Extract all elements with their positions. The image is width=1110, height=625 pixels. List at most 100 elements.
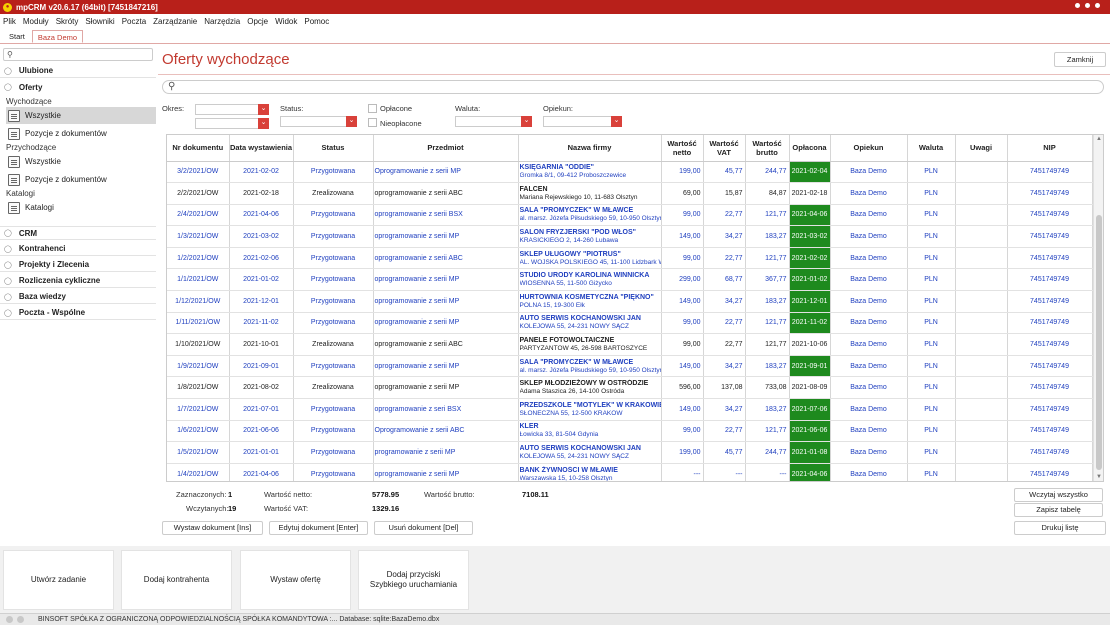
cell-waluta[interactable]: PLN xyxy=(907,333,956,356)
cell-przedmiot[interactable]: oprogramowanie z serii MP xyxy=(373,463,519,481)
cell-przedmiot[interactable]: oprogramowanie z seri BSX xyxy=(373,398,519,421)
cell-status[interactable]: Zrealizowana xyxy=(293,182,374,205)
cell-netto[interactable]: 149,00 xyxy=(661,225,704,248)
cell-netto[interactable]: 99,00 xyxy=(661,312,704,335)
cell-nr[interactable]: 2/4/2021/OW xyxy=(167,204,230,227)
cell-oplacona[interactable]: 2021-07-06 xyxy=(789,398,831,421)
cell-brutto[interactable]: 121,77 xyxy=(745,312,790,335)
cell-uwagi[interactable] xyxy=(955,225,1008,248)
filter-nieoplacone-checkbox[interactable] xyxy=(368,118,377,127)
column-header-nip[interactable]: NIP xyxy=(1007,135,1093,162)
cell-firma[interactable]: HURTOWNIA KOSMETYCZNA "PIĘKNO" POLNA 15, … xyxy=(518,290,662,313)
cell-opiekun[interactable]: Baza Demo xyxy=(830,420,908,443)
cell-netto[interactable]: 99,00 xyxy=(661,247,704,270)
cell-firma[interactable]: SKLEP MŁODZIEŻOWY W OSTRÓDZIE Adama Stasz… xyxy=(518,376,662,400)
cell-vat[interactable]: 22,77 xyxy=(703,333,746,356)
cell-status[interactable]: Przygotowana xyxy=(293,441,374,464)
cell-status[interactable]: Przygotowana xyxy=(293,204,374,227)
cell-opiekun[interactable]: Baza Demo xyxy=(830,268,908,292)
cell-uwagi[interactable] xyxy=(955,161,1008,184)
cell-data[interactable]: 2021-02-02 xyxy=(229,161,294,184)
cell-oplacona[interactable]: 2021-11-02 xyxy=(789,312,831,335)
cell-brutto[interactable]: 244,77 xyxy=(745,441,790,464)
cell-przedmiot[interactable]: Oprogramowanie z serii MP xyxy=(373,161,519,184)
cell-vat[interactable]: 22,77 xyxy=(703,420,746,443)
scrollbar-thumb[interactable] xyxy=(1096,215,1102,470)
sidebar-item-katalogi[interactable]: Katalogi xyxy=(6,199,156,216)
cell-nip[interactable]: 7451749749 xyxy=(1007,376,1093,400)
sidebar-item-wychodzace-pozycje[interactable]: Pozycje z dokumentów xyxy=(6,125,156,142)
table-row[interactable]: 3/2/2021/OW 2021-02-02 Przygotowana Oprogra… xyxy=(167,161,1093,184)
filter-waluta-select[interactable]: ⌄ xyxy=(455,116,532,127)
cell-przedmiot[interactable]: oprogramowanie z serii MP xyxy=(373,268,519,292)
cell-uwagi[interactable] xyxy=(955,441,1008,464)
cell-data[interactable]: 2021-10-01 xyxy=(229,333,294,356)
cell-firma[interactable]: AUTO SERWIS KOCHANOWSKI JAN KOLEJOWA 55, … xyxy=(518,441,662,464)
cell-waluta[interactable]: PLN xyxy=(907,247,956,270)
cell-uwagi[interactable] xyxy=(955,463,1008,481)
cell-status[interactable]: Przygotowana xyxy=(293,268,374,292)
cell-vat[interactable]: 137,08 xyxy=(703,376,746,400)
cell-oplacona[interactable]: 2021-09-01 xyxy=(789,355,831,378)
cell-nr[interactable]: 1/6/2021/OW xyxy=(167,420,230,443)
cell-nip[interactable]: 7451749749 xyxy=(1007,398,1093,421)
sidebar-section-ulubione[interactable]: ◯ Ulubione xyxy=(0,64,156,78)
cell-uwagi[interactable] xyxy=(955,333,1008,356)
cell-brutto[interactable]: 121,77 xyxy=(745,420,790,443)
cell-vat[interactable]: 34,27 xyxy=(703,398,746,421)
cell-waluta[interactable]: PLN xyxy=(907,355,956,378)
column-header-brutto[interactable]: Wartość brutto xyxy=(745,135,790,162)
cell-brutto[interactable]: 367,77 xyxy=(745,268,790,292)
cell-data[interactable]: 2021-07-01 xyxy=(229,398,294,421)
table-row[interactable]: 1/2/2021/OW 2021-02-06 Przygotowana oprogra… xyxy=(167,247,1093,270)
cell-opiekun[interactable]: Baza Demo xyxy=(830,312,908,335)
column-header-uwagi[interactable]: Uwagi xyxy=(955,135,1008,162)
cell-opiekun[interactable]: Baza Demo xyxy=(830,161,908,184)
menu-skroty[interactable]: Skróty xyxy=(56,17,79,26)
cell-nr[interactable]: 1/1/2021/OW xyxy=(167,268,230,292)
cell-opiekun[interactable]: Baza Demo xyxy=(830,463,908,481)
main-search-input[interactable]: ⚲ xyxy=(162,80,1104,94)
cell-opiekun[interactable]: Baza Demo xyxy=(830,376,908,400)
cell-waluta[interactable]: PLN xyxy=(907,225,956,248)
column-header-data[interactable]: Data wystawienia xyxy=(229,135,294,162)
table-row[interactable]: 1/5/2021/OW 2021-01-01 Przygotowana program… xyxy=(167,441,1093,464)
sidebar-section-poczta-wspolne[interactable]: ◯ Poczta - Wspólne xyxy=(0,306,156,320)
table-row[interactable]: 1/11/2021/OW 2021-11-02 Przygotowana oprogr… xyxy=(167,312,1093,335)
cell-status[interactable]: Przygotowana xyxy=(293,398,374,421)
cell-waluta[interactable]: PLN xyxy=(907,420,956,443)
menu-widok[interactable]: Widok xyxy=(275,17,297,26)
cell-vat[interactable]: 45,77 xyxy=(703,441,746,464)
cell-brutto[interactable]: 121,77 xyxy=(745,247,790,270)
cell-status[interactable]: Przygotowana xyxy=(293,312,374,335)
table-row[interactable]: 2/4/2021/OW 2021-04-06 Przygotowana oprogra… xyxy=(167,204,1093,227)
cell-vat[interactable]: --- xyxy=(703,463,746,481)
cell-brutto[interactable]: 121,77 xyxy=(745,333,790,356)
cell-oplacona[interactable]: 2021-04-06 xyxy=(789,463,831,481)
cell-waluta[interactable]: PLN xyxy=(907,376,956,400)
cell-nip[interactable]: 7451749749 xyxy=(1007,441,1093,464)
scroll-down-icon[interactable]: ▼ xyxy=(1096,474,1102,480)
cell-netto[interactable]: 149,00 xyxy=(661,398,704,421)
cell-nr[interactable]: 1/9/2021/OW xyxy=(167,355,230,378)
cell-nip[interactable]: 7451749749 xyxy=(1007,312,1093,335)
save-table-button[interactable]: Zapisz tabelę xyxy=(1014,503,1103,517)
tab-start[interactable]: Start xyxy=(4,30,30,43)
cell-firma[interactable]: FALCEN Mariana Rejewskiego 10, 11-683 Ols… xyxy=(518,182,662,205)
cell-status[interactable]: Zrealizowana xyxy=(293,376,374,400)
filter-okres-from-select[interactable]: ⌄ xyxy=(195,104,269,115)
cell-opiekun[interactable]: Baza Demo xyxy=(830,355,908,378)
cell-opiekun[interactable]: Baza Demo xyxy=(830,333,908,356)
cell-netto[interactable]: 149,00 xyxy=(661,355,704,378)
window-control-dot-icon[interactable] xyxy=(1075,3,1080,8)
cell-przedmiot[interactable]: oprogramowanie z serii MP xyxy=(373,312,519,335)
cell-nip[interactable]: 7451749749 xyxy=(1007,290,1093,313)
window-control-dot-icon[interactable] xyxy=(1095,3,1100,8)
cell-oplacona[interactable]: 2021-01-08 xyxy=(789,441,831,464)
cell-oplacona[interactable]: 2021-02-18 xyxy=(789,182,831,205)
table-row[interactable]: 1/12/2021/OW 2021-12-01 Przygotowana oprogr… xyxy=(167,290,1093,313)
cell-nip[interactable]: 7451749749 xyxy=(1007,420,1093,443)
column-header-firma[interactable]: Nazwa firmy xyxy=(518,135,662,162)
tab-baza-demo[interactable]: Baza Demo xyxy=(31,30,84,43)
cell-nr[interactable]: 1/7/2021/OW xyxy=(167,398,230,421)
